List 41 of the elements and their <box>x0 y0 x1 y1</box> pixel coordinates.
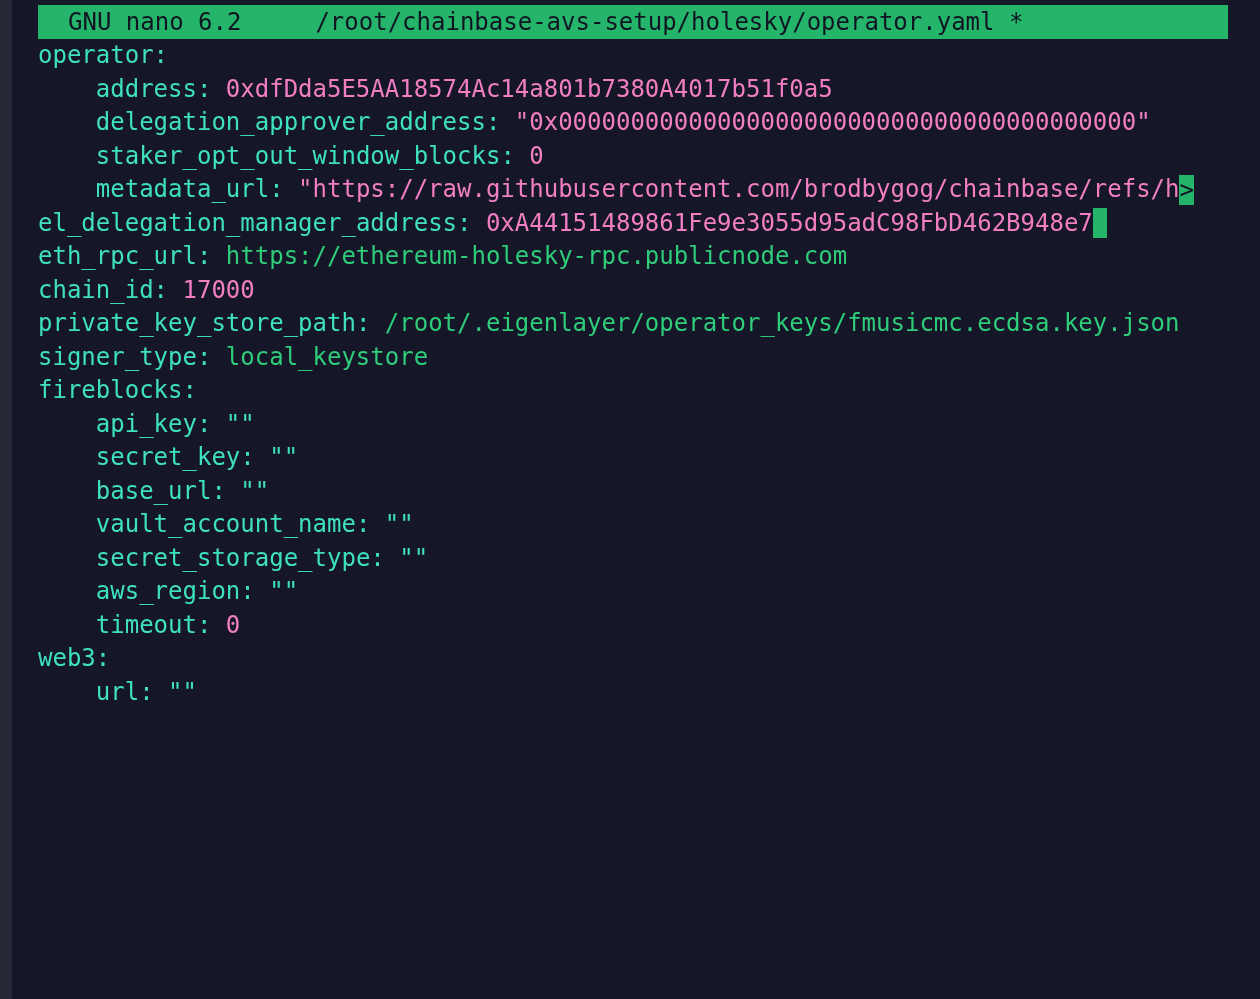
yaml-value: 17000 <box>182 274 255 306</box>
yaml-key: signer_type: <box>38 340 212 374</box>
yaml-key: web3: <box>38 642 111 676</box>
yaml-key: private_key_store_path: <box>38 307 371 341</box>
yaml-key: timeout: <box>95 608 212 642</box>
yaml-value: /root/.eigenlayer/operator_keys/fmusicmc.ecdsa.key.json <box>384 308 1180 339</box>
yaml-value: "0x0000000000000000000000000000000000000000" <box>514 107 1151 138</box>
yaml-value: "" <box>269 576 299 607</box>
yaml-value: 0 <box>529 140 544 172</box>
yaml-value: 0xdfDda5E5AA18574Ac14a801b7380A4017b51f0a5 <box>225 73 833 105</box>
yaml-key: secret_storage_type: <box>95 541 385 575</box>
yaml-key: chain_id: <box>38 273 169 307</box>
yaml-value: "" <box>384 509 414 540</box>
yaml-key: operator: <box>38 39 169 73</box>
yaml-value: local_keystore <box>225 341 429 373</box>
yaml-key: address: <box>95 72 212 106</box>
program-version: GNU nano 6.2 <box>68 8 242 36</box>
yaml-value: 0 <box>225 609 241 641</box>
yaml-key: vault_account_name: <box>95 508 371 542</box>
yaml-key: metadata_url: <box>95 173 284 207</box>
yaml-key: secret_key: <box>95 441 255 475</box>
yaml-value: "" <box>269 442 299 473</box>
yaml-key: fireblocks: <box>38 374 197 408</box>
yaml-key: eth_rpc_url: <box>38 240 212 274</box>
file-path: /root/chainbase-avs-setup/holesky/operator.yaml * <box>315 8 1024 36</box>
line-overflow-marker: > <box>1179 174 1194 205</box>
yaml-value: "" <box>240 475 270 507</box>
yaml-value: https://ethereum-holesky-rpc.publicnode.com <box>225 241 848 272</box>
yaml-key: el_delegation_manager_address: <box>38 206 472 240</box>
yaml-key: base_url: <box>95 474 226 508</box>
yaml-key: api_key: <box>95 407 212 441</box>
yaml-key: staker_opt_out_window_blocks: <box>95 139 515 173</box>
yaml-key: url: <box>95 675 154 709</box>
yaml-value: "" <box>225 408 255 440</box>
yaml-value: 0xA44151489861Fe9e3055d95adC98FbD462B948e7 <box>485 207 1093 239</box>
text-cursor <box>1092 208 1107 239</box>
yaml-key: aws_region: <box>95 575 255 609</box>
yaml-value: "https://raw.githubusercontent.com/brodbygog/chainbase/refs/h <box>298 174 1180 205</box>
yaml-key: delegation_approver_address: <box>95 106 501 140</box>
yaml-value: "" <box>399 542 429 574</box>
yaml-value: "" <box>168 676 197 708</box>
